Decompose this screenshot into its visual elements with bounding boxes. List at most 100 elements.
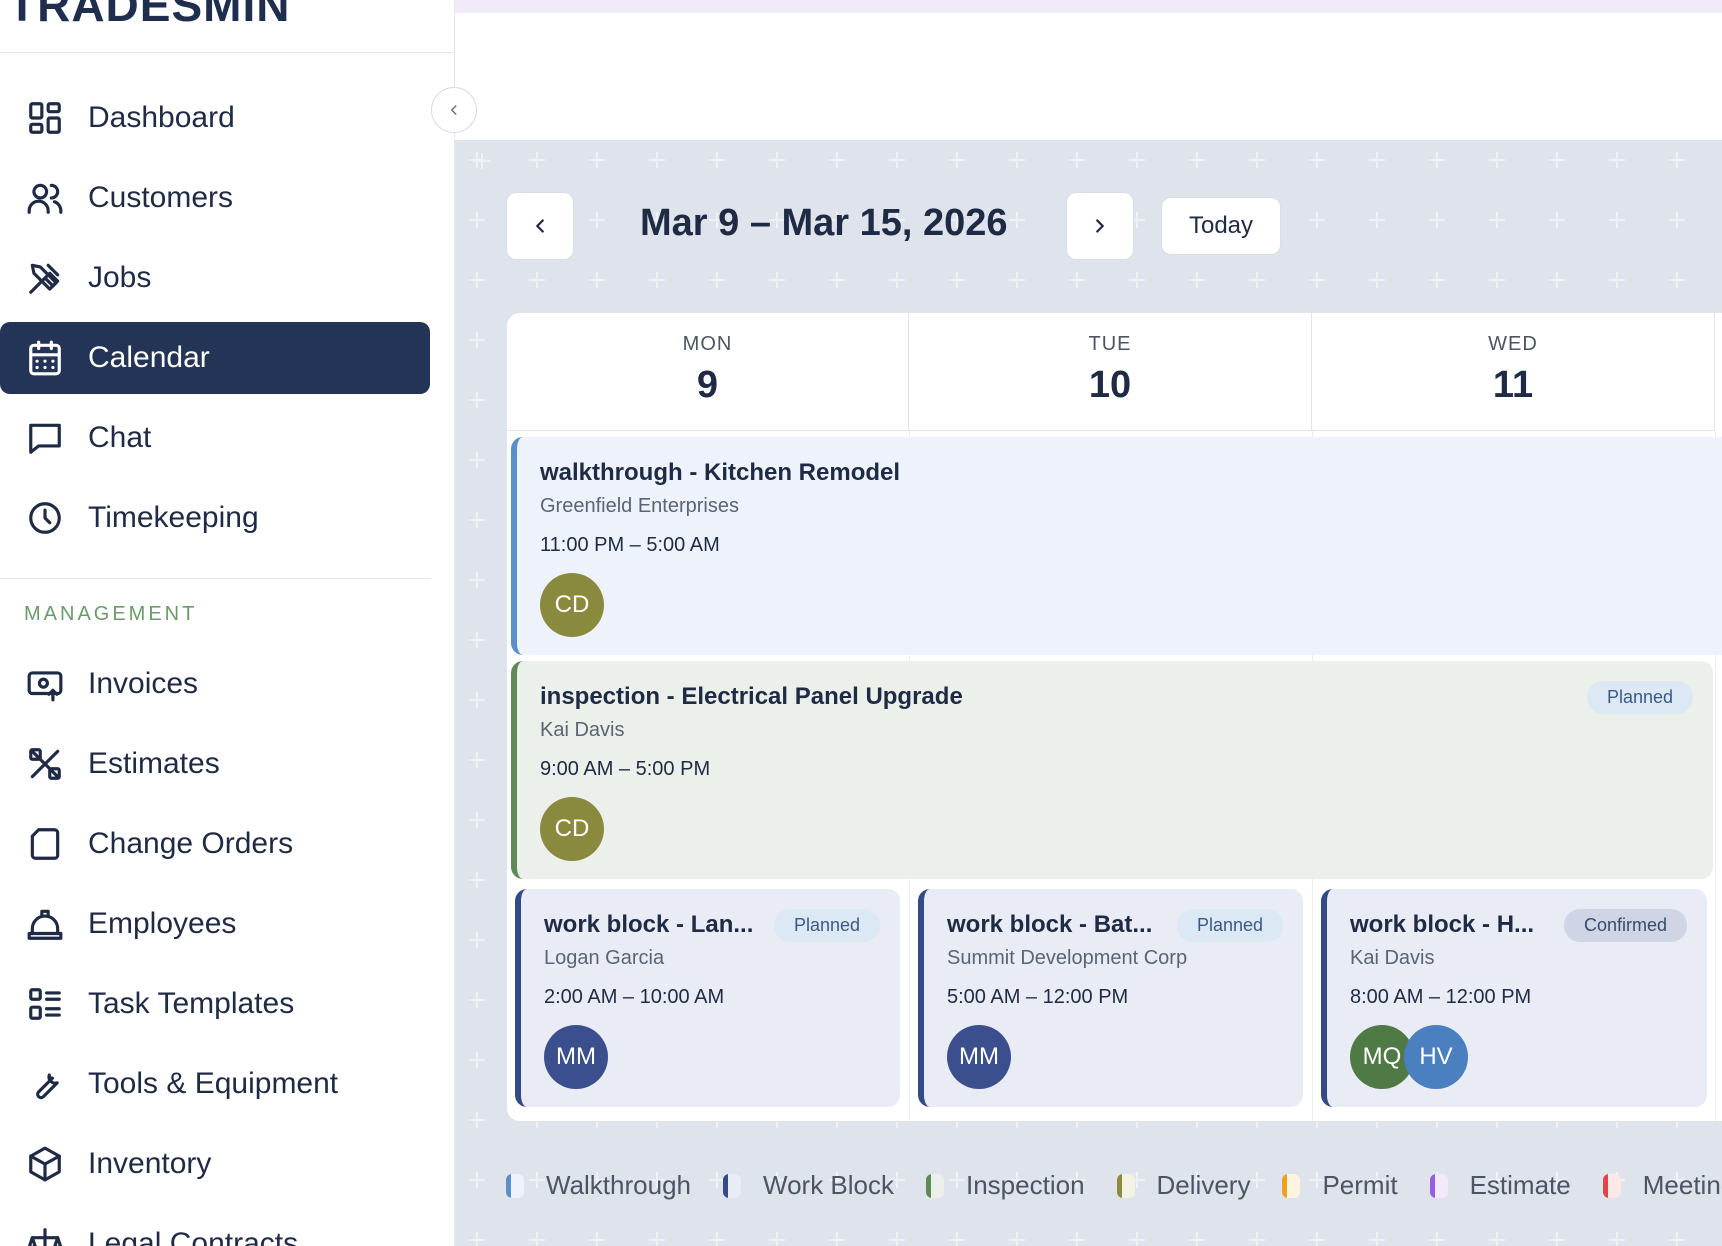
background-plus-pattern bbox=[1489, 152, 1505, 168]
day-number: 10 bbox=[1088, 364, 1132, 406]
background-plus-pattern bbox=[1009, 212, 1025, 228]
background-plus-pattern bbox=[1309, 1232, 1325, 1246]
sidebar-item-invoices[interactable]: Invoices bbox=[0, 648, 430, 720]
background-plus-pattern bbox=[1309, 152, 1325, 168]
sidebar-item-label: Chat bbox=[88, 421, 152, 454]
background-plus-pattern bbox=[1369, 152, 1385, 168]
estimate-icon bbox=[24, 743, 66, 785]
background-plus-pattern bbox=[529, 152, 545, 168]
sidebar-item-dashboard[interactable]: Dashboard bbox=[0, 82, 430, 154]
top-accent-strip bbox=[455, 0, 1722, 13]
background-plus-pattern bbox=[829, 1232, 845, 1246]
sidebar-item-tools-equipment[interactable]: Tools & Equipment bbox=[0, 1048, 430, 1120]
prev-week-button[interactable] bbox=[506, 192, 574, 260]
sidebar-item-calendar[interactable]: Calendar bbox=[0, 322, 430, 394]
scale-icon bbox=[24, 1223, 66, 1246]
legend-swatch-bar bbox=[1602, 1173, 1608, 1198]
background-plus-pattern bbox=[769, 152, 785, 168]
sidebar-item-jobs[interactable]: Jobs bbox=[0, 242, 430, 314]
background-plus-pattern bbox=[469, 152, 485, 168]
legend-swatch-bar bbox=[926, 1173, 931, 1198]
legend-swatch-bar bbox=[1282, 1173, 1288, 1198]
status-badge: Planned bbox=[1176, 909, 1283, 942]
event-work-block[interactable]: work block - Bat... Summit Development C… bbox=[918, 889, 1303, 1107]
sidebar-item-task-templates[interactable]: Task Templates bbox=[0, 968, 430, 1040]
next-week-button[interactable] bbox=[1066, 192, 1134, 260]
event-inspection[interactable]: inspection - Electrical Panel Upgrade Ka… bbox=[511, 661, 1713, 879]
legend-label: Estimate bbox=[1469, 1170, 1571, 1200]
background-plus-pattern bbox=[469, 812, 485, 828]
sidebar-item-label: Inventory bbox=[88, 1147, 212, 1180]
avatar[interactable]: MM bbox=[544, 1025, 608, 1089]
event-walkthrough[interactable]: walkthrough - Kitchen Remodel Greenfield… bbox=[511, 437, 1722, 655]
background-plus-pattern bbox=[949, 152, 965, 168]
background-plus-pattern bbox=[1189, 1232, 1205, 1246]
sidebar-item-legal-contracts[interactable]: Legal Contracts bbox=[0, 1208, 430, 1246]
background-plus-pattern bbox=[1489, 1232, 1505, 1246]
sidebar: TRADESMIN Dashboard Customers Jobs Calen… bbox=[0, 0, 455, 1246]
background-plus-pattern bbox=[1009, 1232, 1025, 1246]
status-badge: Planned bbox=[773, 909, 880, 942]
sidebar-item-employees[interactable]: Employees bbox=[0, 888, 430, 960]
sidebar-item-estimates[interactable]: Estimates bbox=[0, 728, 430, 800]
background-plus-pattern bbox=[709, 272, 725, 288]
sidebar-item-timekeeping[interactable]: Timekeeping bbox=[0, 482, 430, 554]
event-time: 8:00 AM – 12:00 PM bbox=[1350, 986, 1532, 1008]
background-plus-pattern bbox=[1249, 272, 1265, 288]
event-work-block[interactable]: work block - H... Kai Davis 8:00 AM – 12… bbox=[1321, 889, 1707, 1107]
background-plus-pattern bbox=[469, 992, 485, 1008]
chevron-left-icon bbox=[536, 219, 544, 233]
sidebar-collapse-button[interactable] bbox=[431, 87, 477, 133]
avatar[interactable]: HV bbox=[1404, 1025, 1468, 1089]
background-plus-pattern bbox=[949, 1232, 965, 1246]
background-plus-pattern bbox=[1009, 152, 1025, 168]
event-assignees: CD bbox=[540, 797, 1713, 861]
sidebar-item-label: Task Templates bbox=[88, 987, 295, 1020]
background-plus-pattern bbox=[1069, 272, 1085, 288]
background-plus-pattern bbox=[889, 272, 905, 288]
day-of-week: TUE bbox=[1088, 333, 1132, 355]
sidebar-item-inventory[interactable]: Inventory bbox=[0, 1128, 430, 1200]
event-assignees: CD bbox=[540, 573, 1722, 637]
top-bar bbox=[455, 0, 1722, 140]
event-work-block[interactable]: work block - Lan... Logan Garcia 2:00 AM… bbox=[515, 889, 900, 1107]
background-plus-pattern bbox=[589, 1232, 605, 1246]
logo[interactable]: TRADESMIN bbox=[0, 0, 454, 53]
legend-item-estimate: Estimate bbox=[1429, 1170, 1571, 1201]
legend-item-work-block: Work Block bbox=[723, 1170, 894, 1201]
avatar[interactable]: MM bbox=[947, 1025, 1011, 1089]
day-header-wed[interactable]: WED 11 bbox=[1312, 313, 1715, 431]
avatar[interactable]: CD bbox=[540, 797, 604, 861]
logo-text: TRADESMIN bbox=[8, 0, 290, 32]
background-plus-pattern bbox=[829, 272, 845, 288]
sidebar-item-label: Jobs bbox=[88, 261, 152, 294]
day-header-tue[interactable]: TUE 10 bbox=[909, 313, 1312, 431]
document-icon bbox=[24, 823, 66, 865]
avatar[interactable]: CD bbox=[540, 573, 604, 637]
calendar-week-grid: MON 9 TUE 10 WED 11 walkthrough - Kitche… bbox=[506, 312, 1722, 1122]
sidebar-item-label: Estimates bbox=[88, 747, 220, 780]
legend-swatch-bar bbox=[506, 1173, 511, 1198]
day-header-mon[interactable]: MON 9 bbox=[507, 313, 909, 431]
sidebar-item-chat[interactable]: Chat bbox=[0, 402, 430, 474]
legend-swatch bbox=[1282, 1173, 1301, 1198]
legend-item-permit: Permit bbox=[1282, 1170, 1398, 1201]
background-plus-pattern bbox=[1549, 272, 1565, 288]
background-plus-pattern bbox=[589, 212, 605, 228]
background-plus-pattern bbox=[1249, 152, 1265, 168]
sidebar-item-customers[interactable]: Customers bbox=[0, 162, 430, 234]
background-plus-pattern bbox=[1549, 152, 1565, 168]
today-button[interactable]: Today bbox=[1161, 197, 1281, 255]
event-assignees: MM bbox=[544, 1025, 900, 1089]
sidebar-nav: Dashboard Customers Jobs Calendar Chat T… bbox=[0, 82, 430, 1246]
event-customer: Kai Davis bbox=[1350, 947, 1435, 969]
legend-item-walkthrough: Walkthrough bbox=[506, 1170, 691, 1201]
day-of-week: MON bbox=[682, 333, 733, 355]
hardhat-icon bbox=[24, 903, 66, 945]
sidebar-item-label: Dashboard bbox=[88, 101, 235, 134]
sidebar-item-label: Calendar bbox=[88, 341, 210, 374]
event-time: 5:00 AM – 12:00 PM bbox=[947, 986, 1129, 1008]
background-plus-pattern bbox=[469, 1172, 485, 1188]
sidebar-item-change-orders[interactable]: Change Orders bbox=[0, 808, 430, 880]
legend-swatch bbox=[723, 1173, 741, 1198]
